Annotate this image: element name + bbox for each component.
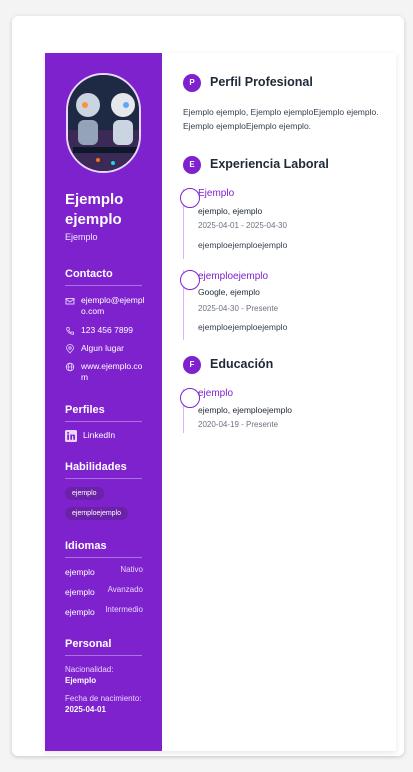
contact-email-text: ejemplo@ejemplo.com	[81, 295, 145, 316]
profile-subtitle: Ejemplo	[65, 232, 98, 242]
profile-link-label: LinkedIn	[83, 430, 116, 440]
section-badge: P	[183, 74, 201, 92]
avatar	[66, 73, 141, 173]
personal-heading: Personal	[65, 638, 142, 656]
job-description: ejemploejemploejemplo	[198, 322, 288, 332]
contact-website[interactable]: www.ejemplo.com	[65, 361, 145, 383]
skill-chip: ejemplo	[65, 487, 104, 500]
language-row: ejemplo Intermedio	[65, 605, 143, 617]
resume-card: Ejemplo ejemplo Ejemplo Contacto ejemplo…	[12, 16, 404, 756]
timeline-dot	[180, 270, 200, 290]
job-title: ejemploejemplo	[198, 271, 269, 282]
language-level: Nativo	[120, 565, 143, 574]
skills-heading: Habilidades	[65, 461, 142, 479]
job-company: Google, ejemplo	[198, 287, 260, 297]
section-title-experience: Experiencia Laboral	[210, 157, 329, 171]
job-company: ejemplo, ejemplo	[198, 206, 263, 216]
birth-date-label: Fecha de nacimiento:	[65, 694, 142, 703]
language-row: ejemplo Nativo	[65, 565, 143, 577]
resume-page: Ejemplo ejemplo Ejemplo Contacto ejemplo…	[45, 53, 396, 751]
job-dates: 2025-04-01 - 2025-04-30	[198, 221, 287, 230]
contact-phone[interactable]: 123 456 7899	[65, 325, 145, 336]
language-level: Avanzado	[107, 585, 143, 594]
language-row: ejemplo Avanzado	[65, 585, 143, 597]
skill-chip: ejemploejemplo	[65, 507, 129, 520]
section-badge: F	[183, 356, 201, 374]
section-badge: E	[183, 156, 201, 174]
education-title: ejemplo	[198, 388, 234, 399]
profile-summary: Ejemplo ejemplo, Ejemplo ejemploEjemplo …	[183, 107, 379, 131]
language-name: ejemplo	[65, 587, 95, 597]
contact-location-text: Algun lugar	[81, 343, 125, 353]
globe-icon	[65, 362, 75, 372]
section-title-education: Educación	[210, 357, 274, 371]
mail-icon	[65, 298, 75, 305]
sidebar: Ejemplo ejemplo Ejemplo Contacto ejemplo…	[45, 53, 162, 751]
languages-heading: Idiomas	[65, 540, 142, 558]
nationality-label: Nacionalidad:	[65, 665, 114, 674]
language-name: ejemplo	[65, 607, 95, 617]
timeline-dot	[180, 188, 200, 208]
contact-website-text: www.ejemplo.com	[81, 361, 143, 382]
language-name: ejemplo	[65, 567, 95, 577]
nationality-value: Ejemplo	[65, 676, 97, 685]
nationality: Nacionalidad: Ejemplo	[65, 664, 143, 686]
map-pin-icon	[66, 344, 74, 354]
language-level: Intermedio	[105, 605, 143, 614]
job-title: Ejemplo	[198, 188, 235, 199]
education-dates: 2020-04-19 - Presente	[198, 420, 279, 429]
contact-heading: Contacto	[65, 268, 142, 286]
education-institution: ejemplo, ejemploejemplo	[198, 405, 293, 415]
contact-location: Algun lugar	[65, 343, 145, 354]
phone-icon	[66, 327, 74, 335]
main-content: P Perfil Profesional Ejemplo ejemplo, Ej…	[162, 53, 396, 751]
section-title-profile: Perfil Profesional	[210, 75, 313, 89]
birth-date: Fecha de nacimiento: 2025-04-01	[65, 693, 143, 715]
linkedin-icon	[65, 430, 77, 442]
birth-date-value: 2025-04-01	[65, 705, 106, 714]
contact-email[interactable]: ejemplo@ejemplo.com	[65, 295, 145, 317]
contact-phone-text: 123 456 7899	[81, 325, 133, 335]
timeline-dot	[180, 388, 200, 408]
job-description: ejemploejemploejemplo	[198, 240, 288, 250]
profile-name: Ejemplo ejemplo	[65, 191, 124, 228]
job-dates: 2025-04-30 - Presente	[198, 304, 279, 313]
profiles-heading: Perfiles	[65, 404, 142, 422]
profile-link-linkedin[interactable]: LinkedIn	[65, 430, 145, 442]
